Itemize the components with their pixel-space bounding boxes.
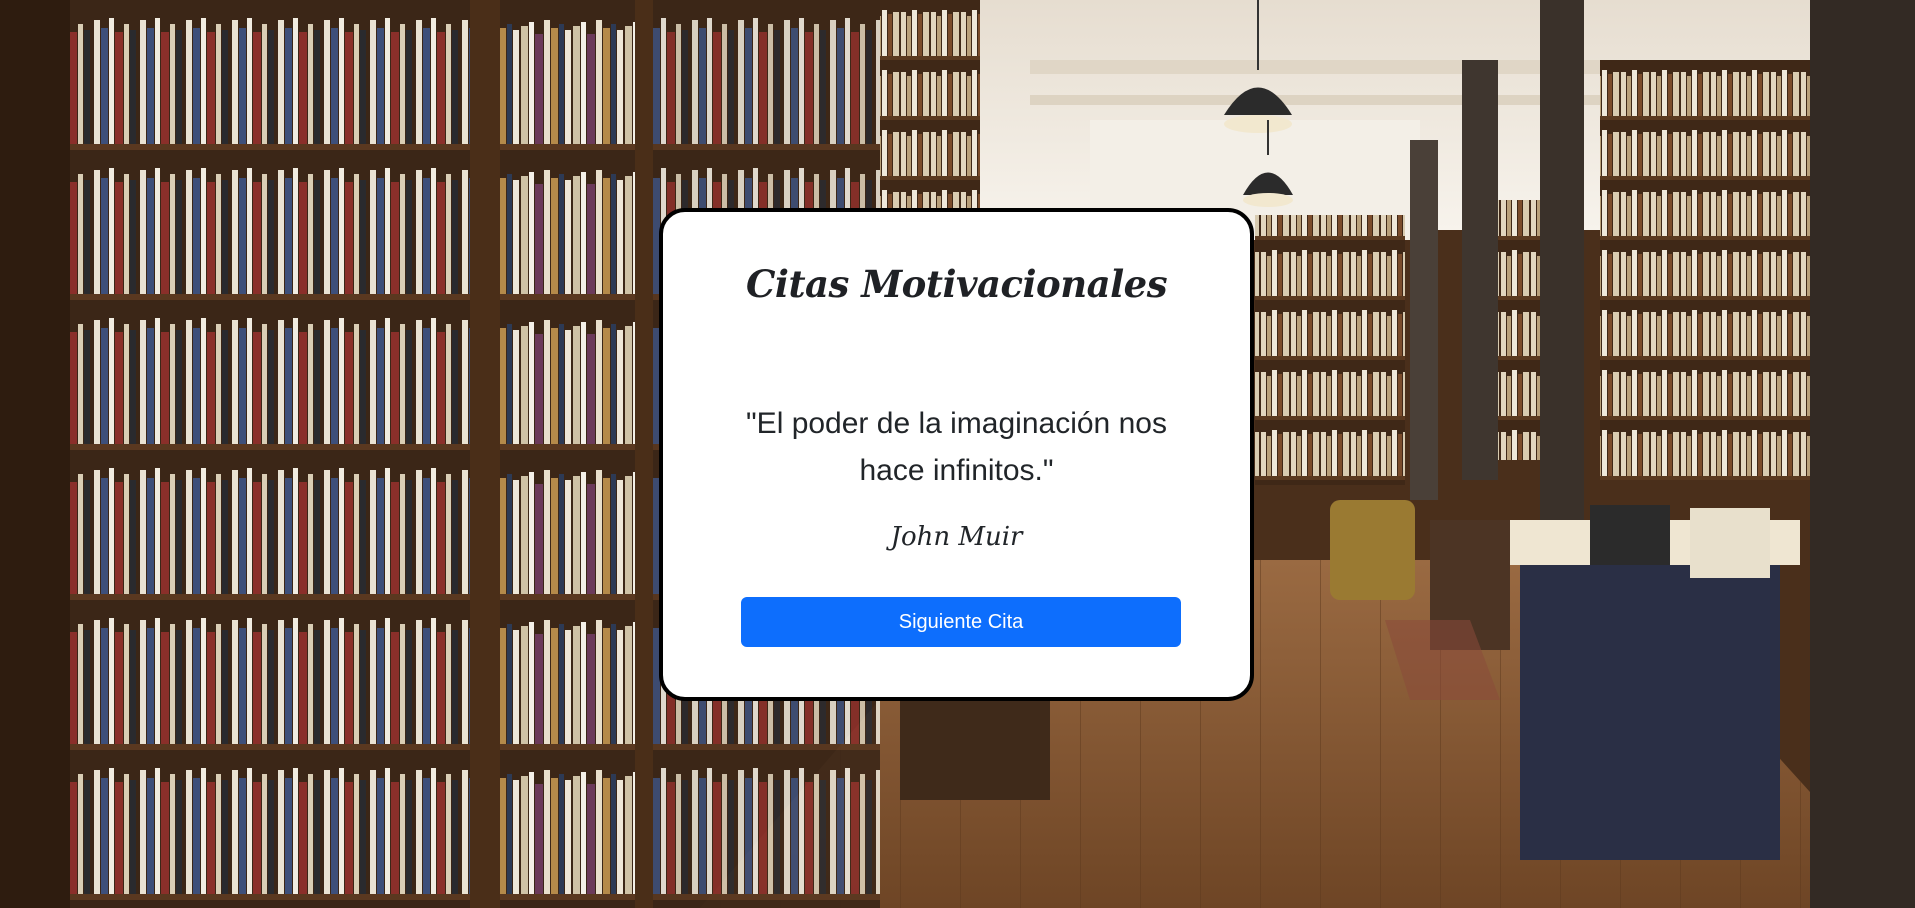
card-title: Citas Motivacionales (745, 262, 1168, 306)
quote-text: "El poder de la imaginación nos hace inf… (746, 407, 1167, 487)
quote-card: Citas Motivacionales "El poder de la ima… (659, 208, 1254, 701)
page-background: Citas Motivacionales "El poder de la ima… (0, 0, 1915, 908)
quote-author: John Muir (890, 522, 1023, 552)
next-quote-button[interactable]: Siguiente Cita (741, 597, 1181, 647)
